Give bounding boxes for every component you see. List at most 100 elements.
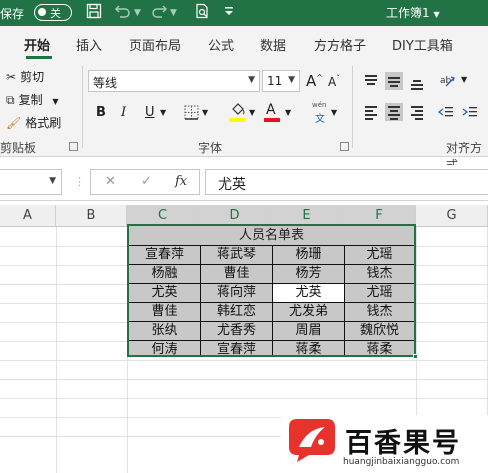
save-icon[interactable] (86, 3, 102, 23)
table-cell[interactable]: 尤发弟 (273, 303, 345, 322)
tab-insert[interactable]: 插入 (76, 35, 102, 54)
top-align-button[interactable] (362, 72, 380, 90)
table-cell[interactable]: 钱杰 (345, 303, 414, 322)
table-cell[interactable]: 蒋武琴 (201, 246, 273, 265)
copy-dropdown-icon[interactable]: ▼ (52, 97, 58, 106)
name-box-dropdown-icon[interactable]: ▼ (49, 176, 56, 186)
clipboard-dialog-launcher-icon[interactable] (69, 142, 78, 151)
font-size-select[interactable]: 11 ▼ (262, 70, 300, 92)
table-cell[interactable]: 杨珊 (273, 246, 345, 265)
table-cell[interactable]: 尤瑶 (345, 284, 414, 303)
ribbon-tabs: 开始 插入 页面布局 公式 数据 方方格子 DIY工具箱 (0, 26, 488, 60)
tab-home[interactable]: 开始 (24, 35, 50, 54)
fill-handle[interactable] (413, 354, 418, 359)
tab-page-layout[interactable]: 页面布局 (129, 35, 181, 54)
formula-input[interactable]: 尤英 (205, 169, 488, 195)
undo-dropdown-icon[interactable]: ▼ (134, 8, 141, 18)
font-color-dropdown-icon[interactable]: ▼ (285, 108, 291, 117)
font-name-select[interactable]: 等线 ▼ (88, 70, 260, 92)
table-title-cell[interactable]: 人员名单表 (129, 226, 414, 246)
name-box[interactable]: ▼ (0, 169, 62, 195)
column-header-a[interactable]: A (0, 205, 56, 227)
cut-button[interactable]: ✂ 剪切 (6, 68, 44, 85)
table-cell[interactable]: 宣春萍 (201, 341, 273, 357)
table-cell[interactable]: 蒋柔 (273, 341, 345, 357)
table-cell[interactable]: 宣春萍 (129, 246, 201, 265)
redo-icon[interactable] (150, 3, 168, 23)
cancel-entry-button[interactable]: ✕ (105, 174, 116, 189)
format-painter-button[interactable]: 🖌 格式刷 (6, 114, 61, 131)
customize-toolbar-icon[interactable] (224, 5, 234, 20)
borders-icon[interactable] (184, 105, 199, 124)
table-cell[interactable]: 尤瑶 (345, 246, 414, 265)
middle-align-button[interactable] (385, 72, 403, 90)
tab-data[interactable]: 数据 (260, 35, 286, 54)
tab-formulas[interactable]: 公式 (208, 35, 234, 54)
bottom-align-button[interactable] (408, 72, 426, 90)
increase-indent-icon[interactable] (462, 105, 478, 123)
confirm-entry-button[interactable]: ✓ (141, 174, 152, 189)
table-cell[interactable]: 韩红恋 (201, 303, 273, 322)
borders-dropdown-icon[interactable]: ▼ (202, 108, 208, 117)
column-header-g[interactable]: G (416, 205, 488, 227)
table-cell[interactable]: 魏欣悦 (345, 322, 414, 341)
autosave-toggle[interactable]: 关 (34, 4, 72, 21)
formula-buttons: ✕ ✓ fx (90, 169, 200, 195)
phonetic-guide-button[interactable]: 文 (315, 110, 325, 125)
align-right-button[interactable] (408, 103, 426, 121)
print-preview-icon[interactable] (194, 3, 210, 23)
decrease-font-size-button[interactable]: Aˇ (328, 74, 340, 89)
table-cell[interactable]: 杨融 (129, 265, 201, 284)
font-dialog-launcher-icon[interactable] (340, 142, 349, 151)
undo-icon[interactable] (114, 3, 132, 23)
orientation-icon[interactable]: ab (440, 72, 456, 92)
font-color-swatch (264, 118, 280, 122)
column-header-b[interactable]: B (56, 205, 127, 227)
copy-button[interactable]: ⧉ 复制 ▼ (6, 91, 59, 108)
title-dropdown-icon[interactable]: ▼ (433, 10, 439, 19)
table-cell[interactable]: 蒋柔 (345, 341, 414, 357)
underline-button[interactable]: U (145, 105, 155, 120)
copy-icon: ⧉ (6, 93, 15, 107)
tab-fangfang-gezi[interactable]: 方方格子 (314, 35, 366, 54)
font-color-button[interactable]: A (266, 102, 276, 118)
underline-dropdown-icon[interactable]: ▼ (160, 108, 166, 117)
svg-text:ab: ab (440, 76, 452, 86)
table-cell[interactable]: 尤香秀 (201, 322, 273, 341)
increase-font-size-button[interactable]: A^ (306, 72, 323, 90)
active-cell[interactable]: 尤英 (273, 284, 345, 303)
formula-bar-grip-icon[interactable]: ⋮ (74, 175, 85, 188)
active-tab-indicator (26, 56, 52, 59)
font-size-value: 11 (267, 74, 283, 88)
fill-color-dropdown-icon[interactable]: ▼ (249, 108, 255, 117)
table-cell[interactable]: 钱杰 (345, 265, 414, 284)
shrink-font-glyph: A (328, 75, 337, 89)
scissors-icon: ✂ (6, 70, 17, 84)
phonetic-dropdown-icon[interactable]: ▼ (331, 108, 337, 117)
bold-button[interactable]: B (96, 105, 106, 120)
cut-label: 剪切 (20, 70, 45, 84)
font-size-dropdown-icon: ▼ (288, 75, 295, 85)
tab-diy-toolbox[interactable]: DIY工具箱 (392, 35, 453, 54)
selected-range[interactable]: 人员名单表 宣春萍 蒋武琴 杨珊 尤瑶 杨融 曹佳 杨芳 钱杰 尤英 蒋向萍 尤… (127, 224, 416, 357)
table-cell[interactable]: 杨芳 (273, 265, 345, 284)
decrease-indent-icon[interactable] (437, 105, 454, 123)
insert-function-button[interactable]: fx (175, 174, 187, 189)
redo-dropdown-icon[interactable]: ▼ (170, 8, 177, 18)
brand-url: huangjinbaixiangguo.com (343, 457, 460, 467)
orientation-dropdown-icon[interactable]: ▼ (461, 75, 467, 84)
toggle-knob (38, 8, 46, 16)
table-cell[interactable]: 尤英 (129, 284, 201, 303)
table-cell[interactable]: 张纨 (129, 322, 201, 341)
italic-button[interactable]: I (121, 105, 126, 120)
table-cell[interactable]: 周眉 (273, 322, 345, 341)
formula-bar: ▼ ⋮ ✕ ✓ fx 尤英 (0, 165, 488, 201)
table-cell[interactable]: 曹佳 (129, 303, 201, 322)
align-left-button[interactable] (362, 103, 380, 121)
align-center-button[interactable] (385, 103, 403, 121)
table-cell[interactable]: 蒋向萍 (201, 284, 273, 303)
table-cell[interactable]: 何涛 (129, 341, 201, 357)
table-cell[interactable]: 曹佳 (201, 265, 273, 284)
font-group-label: 字体 (198, 141, 223, 155)
copy-label: 复制 (18, 93, 43, 107)
